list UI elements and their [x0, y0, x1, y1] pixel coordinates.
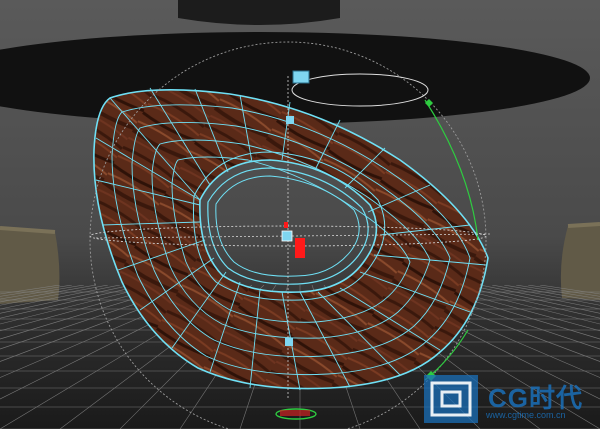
watermark-url: www.cgtime.com.cn: [486, 410, 566, 420]
right-cushion: [560, 222, 600, 300]
pivot-marker[interactable]: [295, 238, 305, 258]
ground-pivot-marker: [280, 410, 310, 416]
lower-cv-handle[interactable]: [285, 338, 293, 346]
center-move-handle[interactable]: [281, 230, 293, 242]
pivot-marker-small: [284, 222, 288, 228]
viewport-scene[interactable]: [0, 0, 600, 429]
maya-viewport[interactable]: CG时代 www.cgtime.com.cn: [0, 0, 600, 429]
watermark-logo: [424, 375, 478, 423]
top-scale-handle[interactable]: [292, 70, 310, 84]
upper-cv-handle[interactable]: [286, 116, 294, 124]
